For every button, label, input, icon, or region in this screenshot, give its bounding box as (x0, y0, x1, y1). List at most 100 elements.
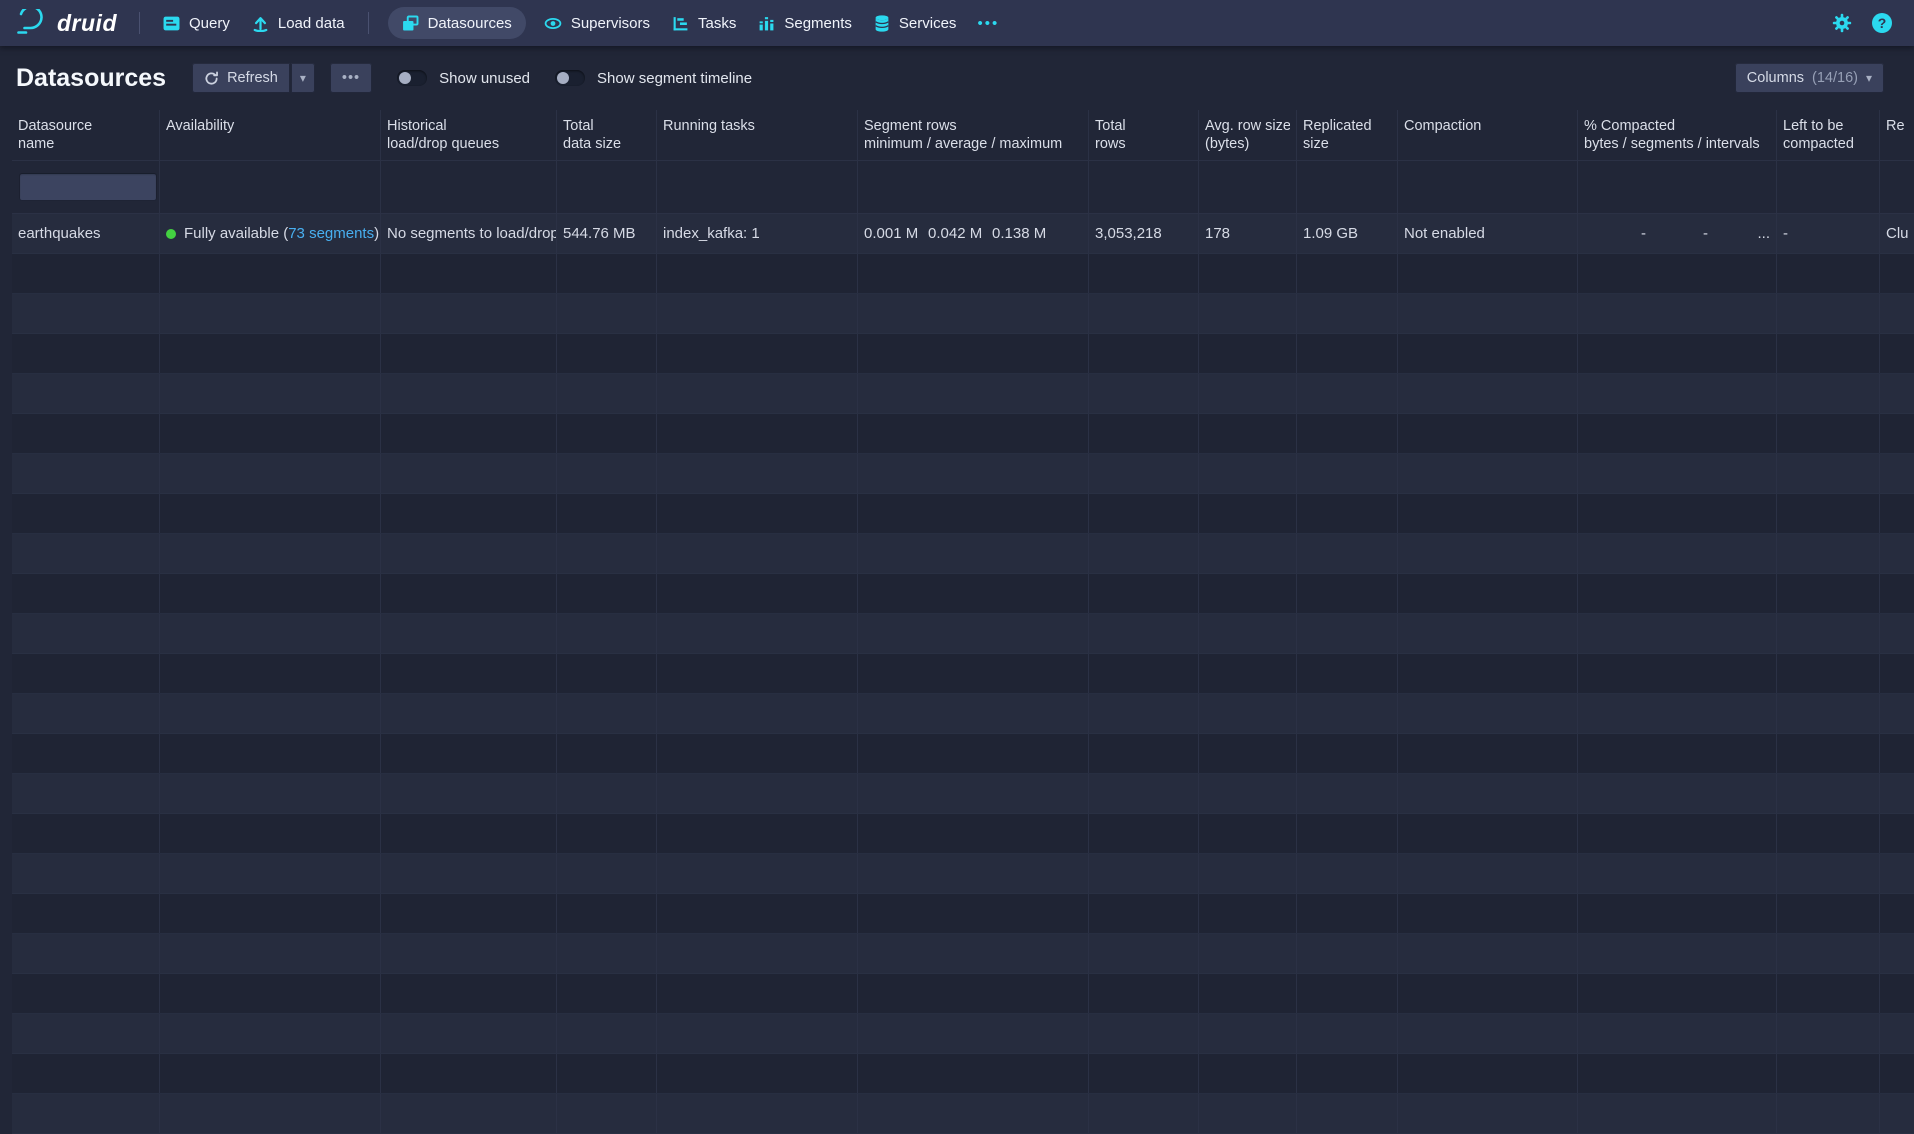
available-dot-icon (166, 229, 176, 239)
filter-cell (1089, 161, 1199, 213)
nav-tab-load-data[interactable]: Load data (241, 0, 356, 46)
datasources-table: DatasourcenameAvailabilityHistoricalload… (12, 110, 1914, 1134)
filter-cell (1777, 161, 1880, 213)
filter-cell (1880, 161, 1914, 213)
nav-tab-label: Segments (784, 15, 852, 32)
table-row-empty (12, 1014, 1914, 1054)
column-header-0[interactable]: Datasourcename (12, 110, 160, 160)
table-filter-row (12, 161, 1914, 214)
cell-pct-compacted: - - ... (1578, 214, 1777, 253)
table-row-empty (12, 334, 1914, 374)
nav-tab-label: Load data (278, 15, 345, 32)
refresh-interval-dropdown-button[interactable]: ▾ (291, 63, 315, 93)
nav-tab-label: Query (189, 15, 230, 32)
cell-compaction: Not enabled (1398, 214, 1578, 253)
filter-cell (381, 161, 557, 213)
column-header-8[interactable]: Replicatedsize (1297, 110, 1398, 160)
pct-compacted-intervals: ... (1708, 225, 1770, 242)
settings-button[interactable] (1832, 13, 1852, 33)
refresh-button[interactable]: Refresh (192, 63, 290, 93)
column-header-7[interactable]: Avg. row size(bytes) (1199, 110, 1297, 160)
filter-cell (858, 161, 1089, 213)
filter-cell (160, 161, 381, 213)
cell-total-rows: 3,053,218 (1089, 214, 1199, 253)
switch-knob (399, 72, 411, 84)
column-header-5[interactable]: Segment rowsminimum / average / maximum (858, 110, 1089, 160)
upload-icon (252, 15, 269, 32)
druid-logo-text: druid (57, 10, 117, 37)
availability-text-suffix: ) (374, 225, 379, 242)
more-horizontal-icon: ••• (977, 15, 999, 32)
column-header-12[interactable]: Re (1880, 110, 1914, 160)
table-row-empty (12, 254, 1914, 294)
table-row-empty (12, 374, 1914, 414)
table-row-empty (12, 1054, 1914, 1094)
table-header-row: DatasourcenameAvailabilityHistoricalload… (12, 110, 1914, 161)
cell-replicated-size: 1.09 GB (1297, 214, 1398, 253)
table-row-earthquakes: earthquakes Fully available ( 73 segment… (12, 214, 1914, 254)
nav-tab-query[interactable]: Query (152, 0, 241, 46)
segments-count-link[interactable]: 73 segments (288, 225, 374, 242)
nav-tab-label: Datasources (428, 15, 512, 32)
nav-tab-supervisors[interactable]: Supervisors (533, 0, 661, 46)
chevron-down-icon: ▾ (300, 72, 306, 84)
druid-logo-icon (14, 9, 48, 37)
nav-tab-label: Tasks (698, 15, 736, 32)
table-row-empty (12, 694, 1914, 734)
help-button[interactable]: ? (1872, 13, 1892, 33)
page-title: Datasources (16, 64, 166, 93)
table-row-empty (12, 574, 1914, 614)
column-header-10[interactable]: % Compactedbytes / segments / intervals (1578, 110, 1777, 160)
console-icon (163, 15, 180, 32)
druid-logo[interactable]: druid (14, 9, 117, 37)
show-unused-toggle-group: Show unused (397, 70, 530, 87)
segment-rows-min: 0.001 M (864, 225, 928, 242)
nav-more-button[interactable]: ••• (967, 15, 1009, 32)
nav-divider (368, 12, 369, 34)
columns-dropdown-button[interactable]: Columns (14/16) ▾ (1735, 63, 1884, 93)
nav-tab-tasks[interactable]: Tasks (661, 0, 747, 46)
filter-cell (1199, 161, 1297, 213)
table-body: earthquakes Fully available ( 73 segment… (12, 214, 1914, 1134)
cell-availability: Fully available ( 73 segments ) (160, 214, 381, 253)
gear-icon (1832, 13, 1852, 33)
column-header-2[interactable]: Historicalload/drop queues (381, 110, 557, 160)
cell-total-data-size: 544.76 MB (557, 214, 657, 253)
nav-tab-segments[interactable]: Segments (747, 0, 863, 46)
table-row-empty (12, 774, 1914, 814)
table-row-empty (12, 1094, 1914, 1134)
nav-right-actions: ? (1832, 13, 1900, 33)
more-horizontal-icon: ••• (342, 70, 360, 86)
cell-avg-row-size: 178 (1199, 214, 1297, 253)
columns-label: Columns (1747, 70, 1804, 86)
column-header-11[interactable]: Left to becompacted (1777, 110, 1880, 160)
column-header-9[interactable]: Compaction (1398, 110, 1578, 160)
help-icon: ? (1872, 13, 1892, 33)
pct-compacted-bytes: - (1584, 225, 1646, 242)
bar-chart-icon (758, 15, 775, 32)
column-header-3[interactable]: Totaldata size (557, 110, 657, 160)
column-header-4[interactable]: Running tasks (657, 110, 858, 160)
refresh-icon (204, 71, 219, 86)
cell-datasource-name: earthquakes (12, 214, 160, 253)
database-icon (874, 15, 890, 32)
more-actions-button[interactable]: ••• (330, 63, 372, 93)
view-toolbar: Datasources Refresh ▾ ••• Show unused Sh… (0, 46, 1914, 110)
table-row-empty (12, 294, 1914, 334)
show-segment-timeline-switch[interactable] (555, 70, 585, 86)
table-row-empty (12, 654, 1914, 694)
columns-count: (14/16) (1812, 70, 1858, 86)
show-unused-switch[interactable] (397, 70, 427, 86)
nav-tab-services[interactable]: Services (863, 0, 968, 46)
nav-tab-datasources[interactable]: Datasources (388, 7, 526, 39)
datasource-name-filter-input[interactable] (19, 173, 157, 201)
refresh-label: Refresh (227, 70, 278, 86)
show-unused-label: Show unused (439, 70, 530, 87)
window-stack-icon (402, 15, 419, 32)
filter-cell-datasource-name (12, 161, 160, 213)
table-row-empty (12, 854, 1914, 894)
column-header-1[interactable]: Availability (160, 110, 381, 160)
column-header-6[interactable]: Totalrows (1089, 110, 1199, 160)
show-segment-timeline-toggle-group: Show segment timeline (555, 70, 752, 87)
filter-cell (557, 161, 657, 213)
